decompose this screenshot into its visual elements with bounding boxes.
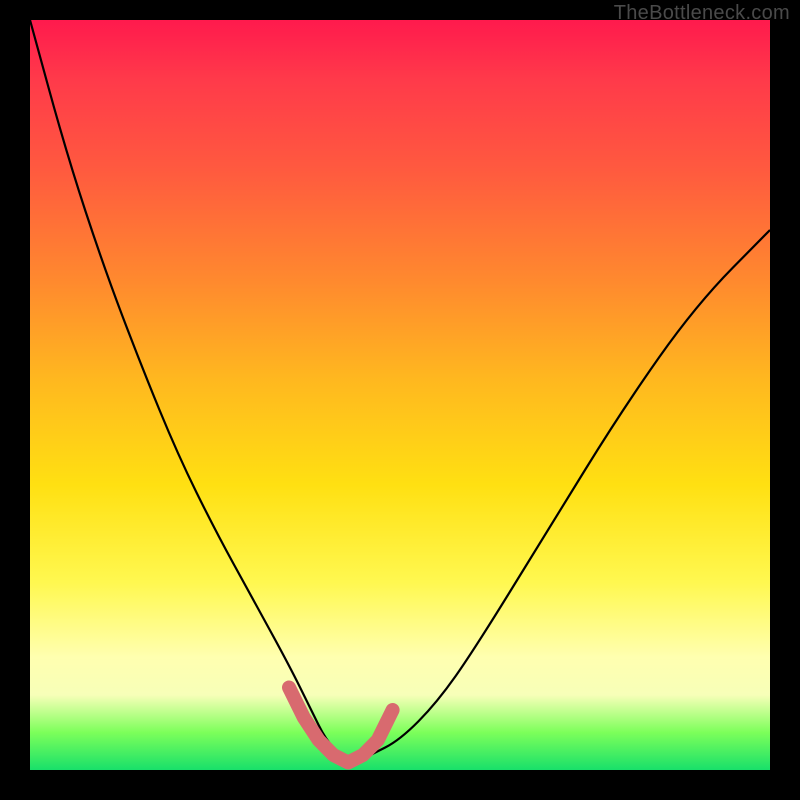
plot-area [30,20,770,770]
curve-svg [30,20,770,770]
chart-frame: TheBottleneck.com [0,0,800,800]
bottleneck-curve [30,20,770,761]
watermark-text: TheBottleneck.com [614,2,790,25]
